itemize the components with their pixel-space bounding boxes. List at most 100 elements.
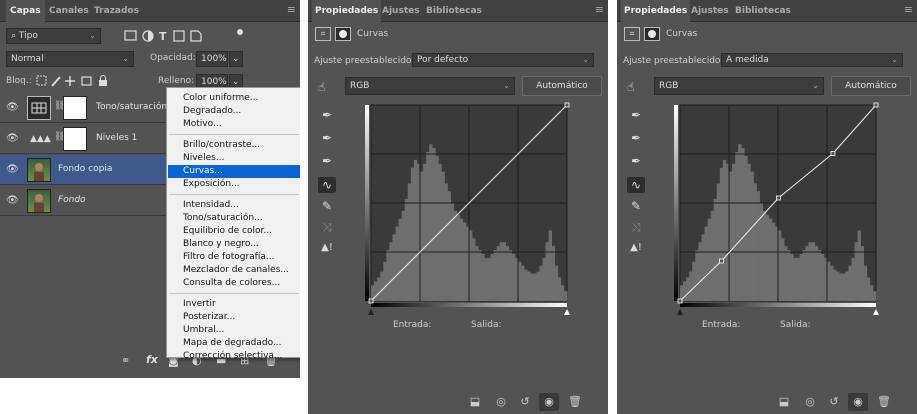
menu-item[interactable]: Intensidad...	[183, 199, 239, 212]
visibility-eye-icon[interactable]: 👁	[6, 102, 19, 113]
pencil-icon[interactable]: ✎	[627, 198, 645, 214]
histogram-bar	[735, 152, 739, 301]
curve-point[interactable]	[719, 258, 724, 264]
curve-points-tool-icon[interactable]: ∿	[318, 177, 336, 193]
eyedropper-white-icon[interactable]: ✒	[318, 153, 336, 169]
delete-adjustment-icon[interactable]: 🗑	[874, 393, 894, 411]
tab-propiedades[interactable]: Propiedades	[312, 0, 382, 22]
histogram-bar	[426, 152, 430, 301]
curve-point[interactable]	[564, 102, 570, 108]
histogram-bar	[814, 246, 819, 301]
curve-point[interactable]	[776, 195, 781, 201]
menu-item[interactable]: Equilibrio de color...	[183, 225, 272, 238]
curves-graph[interactable]	[672, 97, 884, 317]
menu-item[interactable]: Mezclador de canales...	[183, 264, 289, 277]
eyedropper-white-icon[interactable]: ✒	[627, 153, 645, 169]
tab-propiedades[interactable]: Propiedades	[621, 0, 691, 22]
menu-item[interactable]: Invertir	[183, 298, 216, 311]
mask-icon[interactable]	[335, 27, 351, 41]
channel-select[interactable]: RGB ⌄	[345, 77, 515, 95]
visibility-eye-icon[interactable]: 👁	[6, 164, 19, 175]
tab-bibliotecas[interactable]: Bibliotecas	[733, 0, 793, 22]
histogram-bar	[380, 271, 384, 301]
menu-item[interactable]: Color uniforme...	[183, 92, 258, 105]
reset-icon[interactable]: ↺	[824, 393, 844, 411]
blend-mode-select[interactable]: Normal ⌄	[6, 51, 134, 67]
on-image-adjust-icon[interactable]: ☝	[627, 80, 634, 94]
on-image-adjust-icon[interactable]: ☝	[318, 80, 325, 94]
visibility-eye-icon[interactable]: 👁	[6, 195, 19, 206]
menu-item[interactable]: Blanco y negro...	[183, 238, 259, 251]
eyedropper-gray-icon[interactable]: ✒	[627, 130, 645, 146]
histogram-bar	[771, 222, 776, 301]
histogram-bar	[386, 250, 390, 301]
menu-item[interactable]: Corrección selectiva...	[183, 350, 283, 363]
toggle-visibility-icon[interactable]: ◉	[848, 393, 868, 411]
preset-select[interactable]: Por defecto ⌄	[412, 53, 594, 67]
layer-style-fx-icon[interactable]: fx	[146, 353, 158, 366]
eyedropper-gray-icon[interactable]: ✒	[318, 130, 336, 146]
menu-item[interactable]: Motivo...	[183, 118, 222, 131]
view-previous-state-icon[interactable]: ◎	[491, 393, 511, 411]
clip-to-layer-icon[interactable]: ⬓	[465, 393, 485, 411]
menu-item[interactable]: Tono/saturación...	[183, 212, 263, 225]
menu-separator	[169, 293, 299, 294]
menu-item[interactable]: Mapa de degradado...	[183, 337, 282, 350]
clipping-warning-icon[interactable]: ▲!	[627, 240, 645, 256]
clip-to-layer-icon[interactable]: ⬓	[774, 393, 794, 411]
eyedropper-black-icon[interactable]: ✒	[627, 107, 645, 123]
toggle-visibility-icon[interactable]: ◉	[539, 393, 559, 411]
smooth-curve-icon[interactable]: ⤨	[318, 219, 336, 235]
panel-menu-icon[interactable]: ≡	[287, 0, 296, 20]
histogram-bar	[377, 277, 381, 301]
preset-label: Ajuste preestablecido:	[314, 56, 415, 66]
menu-item[interactable]: Brillo/contraste...	[183, 139, 260, 152]
tab-ajustes[interactable]: Ajustes	[380, 0, 422, 22]
menu-item[interactable]: Curvas...	[168, 165, 300, 178]
tab-bibliotecas[interactable]: Bibliotecas	[424, 0, 484, 22]
tab-capas[interactable]: Capas	[6, 0, 45, 22]
panel-title: Curvas	[666, 29, 698, 39]
tab-trazados[interactable]: Trazados	[92, 0, 141, 22]
layer-filter-select[interactable]: ⌕ Tipo ⌄	[6, 28, 101, 44]
pencil-icon[interactable]: ✎	[318, 198, 336, 214]
link-layers-icon[interactable]: ⚭	[121, 354, 130, 367]
panel-menu-icon[interactable]: ≡	[904, 0, 913, 20]
clipping-warning-icon[interactable]: ▲!	[318, 240, 336, 256]
eyedropper-black-icon[interactable]: ✒	[318, 107, 336, 123]
curve-point[interactable]	[873, 102, 879, 108]
delete-adjustment-icon[interactable]: 🗑	[565, 393, 585, 411]
smooth-curve-icon[interactable]: ⤨	[627, 219, 645, 235]
visibility-eye-icon[interactable]: 👁	[6, 133, 19, 144]
menu-item[interactable]: Degradado...	[183, 105, 241, 118]
portrait-image	[34, 194, 44, 212]
mask-icon[interactable]	[644, 27, 660, 41]
curve-points-tool-icon[interactable]: ∿	[627, 177, 645, 193]
input-label: Entrada:	[702, 320, 741, 330]
menu-item[interactable]: Consulta de colores...	[183, 277, 280, 290]
auto-button[interactable]: Automático	[831, 76, 911, 96]
auto-button[interactable]: Automático	[522, 76, 602, 96]
menu-item[interactable]: Umbral...	[183, 324, 224, 337]
tab-ajustes[interactable]: Ajustes	[689, 0, 731, 22]
opacity-input[interactable]: 100%	[196, 51, 228, 67]
histogram-bar	[830, 265, 834, 301]
menu-item[interactable]: Exposición...	[183, 178, 240, 191]
menu-item[interactable]: Posterizar...	[183, 311, 235, 324]
histogram-bar	[866, 277, 871, 301]
curve-point[interactable]	[368, 298, 374, 304]
curve-point[interactable]	[677, 298, 683, 304]
curve-point[interactable]	[830, 151, 836, 156]
lock-transparency-icon	[36, 75, 47, 86]
curves-graph[interactable]	[363, 97, 575, 317]
menu-item[interactable]: Filtro de fotografía...	[183, 251, 274, 264]
histogram-bar	[722, 159, 727, 301]
menu-item[interactable]: Niveles...	[183, 152, 224, 165]
tab-canales[interactable]: Canales	[47, 0, 91, 22]
channel-select[interactable]: RGB ⌄	[654, 77, 824, 95]
reset-icon[interactable]: ↺	[515, 393, 535, 411]
preset-select[interactable]: A medida ⌄	[721, 53, 903, 67]
panel-menu-icon[interactable]: ≡	[595, 0, 604, 20]
opacity-dropdown-button[interactable]: ⌄	[229, 51, 243, 67]
view-previous-state-icon[interactable]: ◎	[800, 393, 820, 411]
